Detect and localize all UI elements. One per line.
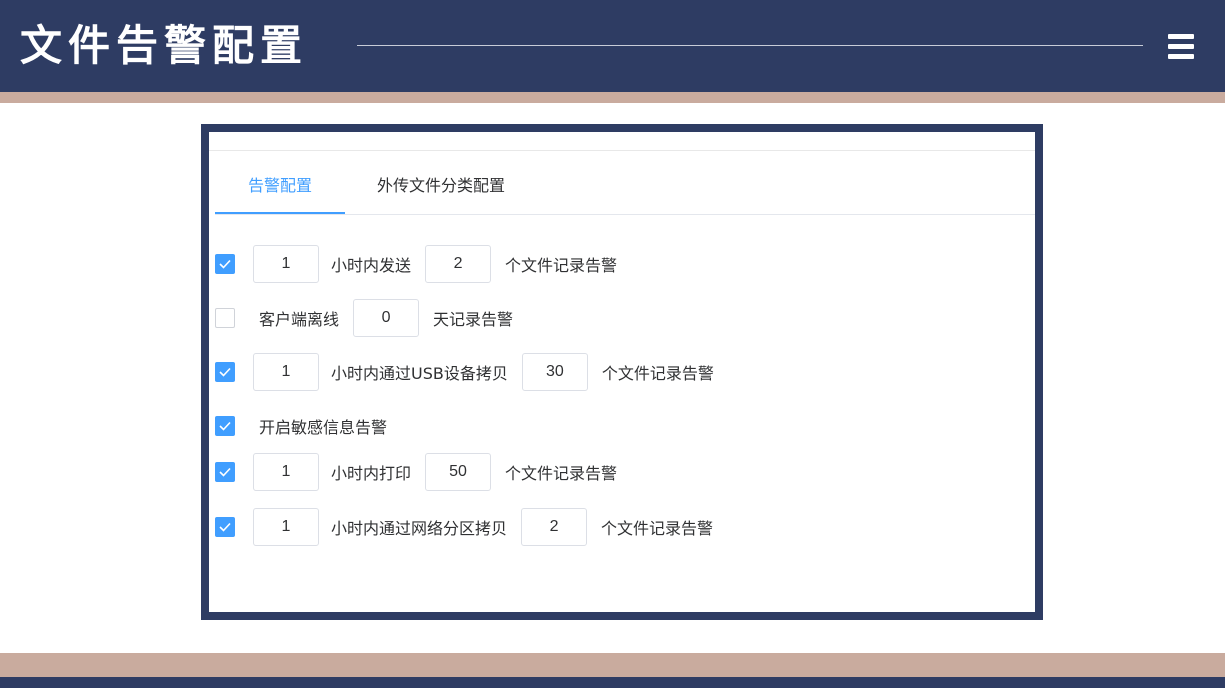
config-panel: 告警配置 外传文件分类配置 1 小时内发送 2 个文件记录告警 客户端离线 0 … (201, 124, 1043, 620)
send-hours-label: 小时内发送 (331, 256, 412, 275)
network-hours-input[interactable]: 1 (253, 508, 319, 546)
usb-alert-checkbox[interactable] (215, 362, 235, 382)
alert-row-usb: 1 小时内通过USB设备拷贝 30 个文件记录告警 (215, 352, 714, 392)
alert-row-send: 1 小时内发送 2 个文件记录告警 (215, 244, 617, 284)
send-alert-checkbox[interactable] (215, 254, 235, 274)
footer-bar (0, 677, 1225, 688)
hamburger-menu-icon[interactable] (1168, 34, 1194, 60)
offline-days-input[interactable]: 0 (353, 299, 420, 337)
usb-hours-input[interactable]: 1 (253, 353, 319, 391)
check-icon (219, 367, 231, 377)
page-title: 文件告警配置 (20, 21, 309, 70)
tab-alert-config[interactable]: 告警配置 (215, 166, 345, 214)
send-count-input[interactable]: 2 (425, 245, 492, 283)
sensitive-label: 开启敏感信息告警 (259, 418, 388, 437)
check-icon (219, 421, 231, 431)
alert-row-sensitive: 开启敏感信息告警 (215, 406, 387, 446)
usb-count-input[interactable]: 30 (521, 353, 588, 391)
check-icon (219, 467, 231, 477)
print-count-input[interactable]: 50 (425, 453, 492, 491)
tab-file-category-config[interactable]: 外传文件分类配置 (361, 166, 521, 213)
alert-row-offline: 客户端离线 0 天记录告警 (215, 298, 513, 338)
network-count-input[interactable]: 2 (521, 508, 588, 546)
send-count-label: 个文件记录告警 (505, 256, 618, 275)
offline-alert-checkbox[interactable] (215, 308, 235, 328)
tab-bar: 告警配置 外传文件分类配置 (215, 166, 1035, 215)
accent-strip-bottom (0, 653, 1225, 677)
network-alert-checkbox[interactable] (215, 517, 235, 537)
offline-days-label: 天记录告警 (433, 310, 514, 329)
sensitive-alert-checkbox[interactable] (215, 416, 235, 436)
send-hours-input[interactable]: 1 (253, 245, 319, 283)
print-hours-label: 小时内打印 (331, 464, 412, 483)
print-count-label: 个文件记录告警 (505, 464, 618, 483)
check-icon (219, 522, 231, 532)
alert-row-print: 1 小时内打印 50 个文件记录告警 (215, 452, 617, 492)
usb-count-label: 个文件记录告警 (601, 364, 714, 383)
print-alert-checkbox[interactable] (215, 462, 235, 482)
network-count-label: 个文件记录告警 (601, 519, 714, 538)
alert-row-network: 1 小时内通过网络分区拷贝 2 个文件记录告警 (215, 507, 713, 547)
network-hours-label: 小时内通过网络分区拷贝 (331, 519, 508, 538)
usb-hours-label: 小时内通过USB设备拷贝 (331, 364, 508, 383)
accent-strip-top (0, 92, 1225, 103)
print-hours-input[interactable]: 1 (253, 453, 319, 491)
header-bar: 文件告警配置 (0, 0, 1225, 92)
check-icon (219, 259, 231, 269)
offline-label: 客户端离线 (259, 310, 340, 329)
header-divider (357, 45, 1143, 46)
panel-top-divider (209, 150, 1035, 151)
